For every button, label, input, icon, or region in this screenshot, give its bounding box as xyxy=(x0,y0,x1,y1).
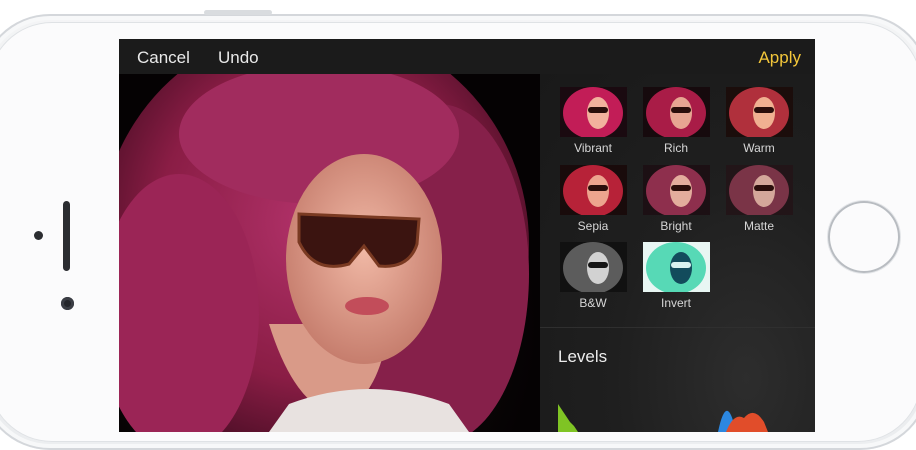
filter-rich[interactable]: Rich xyxy=(641,87,711,155)
portrait-photo xyxy=(119,74,529,432)
cancel-button[interactable]: Cancel xyxy=(137,48,190,68)
filter-thumbnail xyxy=(642,242,710,292)
filter-matte[interactable]: Matte xyxy=(724,165,794,233)
side-panel: Vibrant Rich Warm Sepia Bright Matte B&W… xyxy=(540,74,815,432)
app-screen: Cancel Undo Apply Vibrant Rich Warm Sepi… xyxy=(119,39,815,432)
histogram-green-channel xyxy=(558,404,578,432)
filter-label: Matte xyxy=(743,219,774,233)
filter-label: Rich xyxy=(663,141,688,155)
histogram-red-channel xyxy=(726,412,768,432)
filter-label: Warm xyxy=(743,141,775,155)
filter-thumbnail xyxy=(559,242,627,292)
filter-vibrant[interactable]: Vibrant xyxy=(558,87,628,155)
top-toolbar: Cancel Undo Apply xyxy=(119,39,815,74)
filter-label: Vibrant xyxy=(574,141,612,155)
divider xyxy=(540,327,815,328)
proximity-sensor xyxy=(34,231,43,240)
levels-histogram xyxy=(558,404,768,432)
home-button[interactable] xyxy=(828,201,900,273)
filter-thumbnail xyxy=(559,87,627,137)
filter-invert[interactable]: Invert xyxy=(641,242,711,310)
earpiece-speaker xyxy=(63,201,70,271)
apply-button[interactable]: Apply xyxy=(758,48,801,68)
power-button xyxy=(204,10,272,15)
front-camera xyxy=(61,297,74,310)
filter-label: Invert xyxy=(660,296,691,310)
filter-thumbnail xyxy=(725,165,793,215)
filter-label: Bright xyxy=(660,219,692,233)
levels-title: Levels xyxy=(558,347,608,366)
filter-thumbnail xyxy=(642,165,710,215)
filter-thumbnail xyxy=(725,87,793,137)
filter-label: B&W xyxy=(579,296,607,310)
filter-thumbnail xyxy=(559,165,627,215)
undo-button[interactable]: Undo xyxy=(218,48,259,68)
filter-thumbnail xyxy=(642,87,710,137)
filter-warm[interactable]: Warm xyxy=(724,87,794,155)
filter-bright[interactable]: Bright xyxy=(641,165,711,233)
filter-bw[interactable]: B&W xyxy=(558,242,628,310)
filter-sepia[interactable]: Sepia xyxy=(558,165,628,233)
filter-label: Sepia xyxy=(577,219,609,233)
photo-canvas[interactable] xyxy=(119,74,540,432)
